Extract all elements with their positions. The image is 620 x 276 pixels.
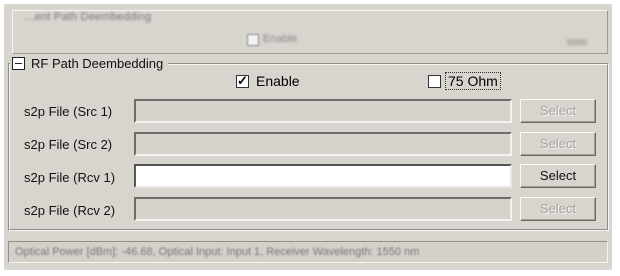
group-title: RF Path Deembedding bbox=[31, 55, 164, 71]
status-bar: Optical Power [dBm]: -46.68, Optical Inp… bbox=[8, 241, 608, 263]
top-enable-label: Enable bbox=[263, 33, 298, 45]
src2-select-button: Select bbox=[520, 132, 596, 156]
75-ohm-label: 75 Ohm bbox=[445, 72, 501, 90]
top-panel-marker bbox=[567, 39, 587, 45]
rcv2-select-button: Select bbox=[520, 197, 596, 221]
rcv1-file-field[interactable] bbox=[134, 164, 512, 188]
group-header: RF Path Deembedding bbox=[10, 54, 169, 72]
src2-label: s2p File (Src 2) bbox=[24, 137, 113, 152]
src2-file-field bbox=[134, 132, 512, 156]
top-panel: ...ent Path Deembedding Enable bbox=[12, 10, 608, 54]
src1-label: s2p File (Src 1) bbox=[24, 104, 113, 119]
src1-select-button: Select bbox=[520, 99, 596, 123]
75-ohm-checkbox[interactable] bbox=[428, 75, 441, 88]
rcv2-label: s2p File (Rcv 2) bbox=[24, 203, 116, 218]
top-enable-checkbox[interactable] bbox=[247, 34, 259, 46]
enable-checkbox[interactable]: ✓ bbox=[236, 73, 249, 88]
rcv1-label: s2p File (Rcv 1) bbox=[24, 170, 116, 185]
rcv1-select-button[interactable]: Select bbox=[520, 164, 596, 188]
rcv2-file-field bbox=[134, 197, 512, 221]
checkmark-icon: ✓ bbox=[237, 73, 248, 88]
status-text: Optical Power [dBm]: -46.68, Optical Inp… bbox=[15, 246, 420, 258]
src1-file-field bbox=[134, 99, 512, 123]
enable-label: Enable bbox=[256, 73, 300, 89]
top-panel-title: ...ent Path Deembedding bbox=[25, 11, 152, 23]
collapse-minus-icon[interactable] bbox=[12, 56, 25, 70]
